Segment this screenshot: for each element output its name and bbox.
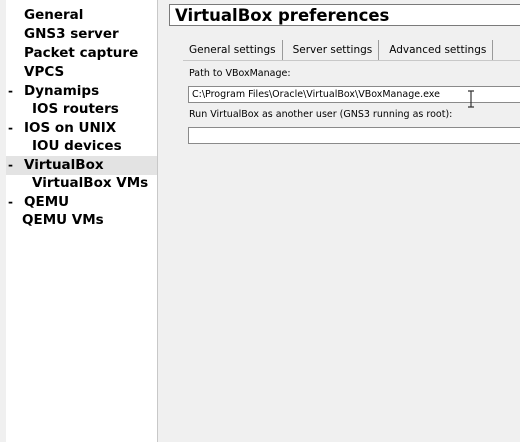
tree-item-label: Packet capture [24,45,139,61]
tab-server-settings[interactable]: Server settings [287,40,380,60]
tree-item-vpcs[interactable]: VPCS [6,63,157,82]
tree-item-label: Dynamips [24,83,100,99]
tree-item-dynamips[interactable]: - Dynamips [6,82,157,101]
tree-item-label: QEMU [24,194,70,210]
tree-item-packet-capture[interactable]: Packet capture [6,44,157,63]
tree-item-label: VirtualBox VMs [32,175,149,191]
page-title-banner: VirtualBox preferences [169,4,520,26]
tree-item-qemu[interactable]: - QEMU [6,193,157,212]
tree-item-iou-devices[interactable]: IOU devices [6,137,157,156]
tab-divider [183,60,520,61]
collapse-toggle-icon[interactable]: - [8,82,13,101]
collapse-toggle-icon[interactable]: - [8,193,13,212]
text-cursor-icon [468,90,474,108]
tree-item-ios-on-unix[interactable]: - IOS on UNIX [6,119,157,138]
tree-item-ios-routers[interactable]: IOS routers [6,100,157,119]
settings-tabs: General settings Server settings Advanced … [183,38,497,60]
tree-item-label: GNS3 server [24,26,119,42]
page-title: VirtualBox preferences [175,6,390,25]
tree-item-label: QEMU VMs [22,212,104,228]
tree-item-label: IOS on UNIX [24,120,117,136]
vboxmanage-path-label: Path to VBoxManage: [189,68,291,79]
tree-item-label: VPCS [24,64,65,80]
tree-item-label: General [24,7,84,23]
run-as-user-input[interactable] [188,127,520,144]
collapse-toggle-icon[interactable]: - [8,156,13,175]
tab-general-settings[interactable]: General settings [183,40,283,60]
tree-item-label: VirtualBox [24,157,104,173]
tab-advanced-settings[interactable]: Advanced settings [383,40,494,60]
run-as-user-label: Run VirtualBox as another user (GNS3 run… [189,109,453,120]
tree-item-virtualbox-vms[interactable]: VirtualBox VMs [6,174,157,193]
tree-item-general[interactable]: General [6,6,157,25]
tree-item-virtualbox[interactable]: - VirtualBox [6,156,157,175]
tree-item-qemu-vms[interactable]: QEMU VMs [6,211,157,230]
collapse-toggle-icon[interactable]: - [8,119,13,138]
preferences-content: VirtualBox preferences General settings S… [159,0,520,442]
preferences-tree[interactable]: General GNS3 server Packet capture VPCS … [6,0,158,442]
tree-item-label: IOU devices [32,138,122,154]
tree-item-gns3-server[interactable]: GNS3 server [6,25,157,44]
tree-item-label: IOS routers [32,101,119,117]
